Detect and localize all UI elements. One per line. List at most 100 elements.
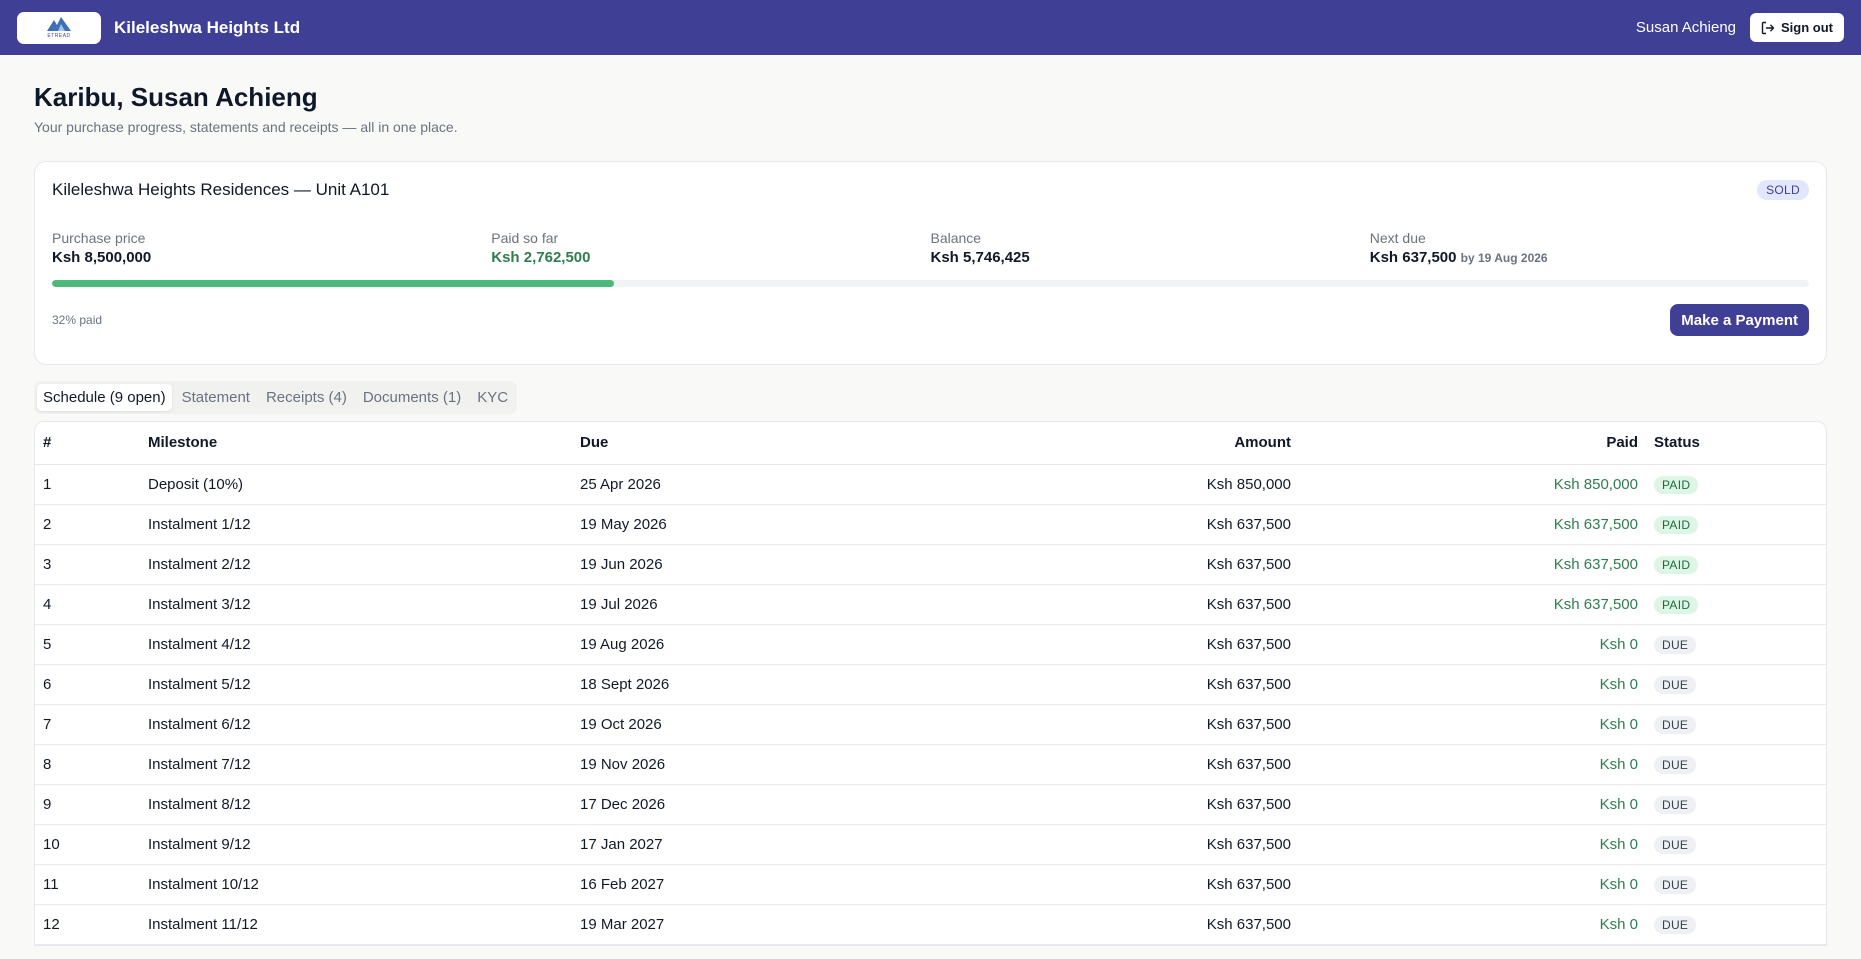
status-cell: DUE [1646,624,1826,665]
milestone-cell: Instalment 2/12 [140,544,572,585]
table-row: 11 Instalment 10/12 16 Feb 2027 Ksh 637,500… [35,864,1826,905]
table-row: 7 Instalment 6/12 19 Oct 2026 Ksh 637,500 Ks… [35,704,1826,745]
milestone-cell: Instalment 6/12 [140,704,572,745]
due-date-cell: 19 Jun 2026 [572,544,872,585]
row-index: 10 [35,824,140,865]
status-cell: DUE [1646,864,1826,905]
milestone-cell: Instalment 9/12 [140,824,572,865]
table-row: 6 Instalment 5/12 18 Sept 2026 Ksh 637,500 K… [35,664,1826,705]
amount-cell: Ksh 637,500 [872,784,1299,825]
status-badge: DUE [1654,635,1697,654]
tab-schedule[interactable]: Schedule (9 open) [37,384,172,411]
amount-cell: Ksh 637,500 [872,504,1299,545]
signout-button[interactable]: Sign out [1750,13,1844,42]
column-header-due: Due [572,422,872,465]
status-badge: PAID [1654,595,1699,614]
amount-cell: Ksh 637,500 [872,584,1299,625]
column-header-index: # [35,422,140,465]
stat-label: Paid so far [491,230,559,246]
card-header: Kileleshwa Heights Residences — Unit A10… [52,180,1809,200]
table-row: 9 Instalment 8/12 17 Dec 2026 Ksh 637,500 Ks… [35,784,1826,825]
amount-cell: Ksh 850,000 [872,464,1299,505]
status-cell: DUE [1646,664,1826,705]
stat-purchase-price: Purchase price Ksh 8,500,000 [52,230,491,266]
paid-cell: Ksh 0 [1299,624,1646,665]
schedule-table: # Milestone Due Amount Paid Status 1 Depo… [34,421,1827,946]
amount-cell: Ksh 637,500 [872,704,1299,745]
status-badge: PAID [1654,555,1699,574]
stats-row: Purchase price Ksh 8,500,000 Paid so far… [52,230,1809,266]
next-due-amount: Ksh 637,500 [1369,249,1457,266]
status-badge: DUE [1654,675,1697,694]
paid-cell: Ksh 0 [1299,744,1646,785]
tab-statement[interactable]: Statement [176,384,256,411]
tab-documents[interactable]: Documents (1) [357,384,467,411]
page-subtitle: Your purchase progress, statements and r… [34,119,458,135]
stat-paid-so-far: Paid so far Ksh 2,762,500 [491,230,930,266]
status-badge: SOLD [1757,180,1809,200]
row-index: 9 [35,784,140,825]
amount-cell: Ksh 637,500 [872,544,1299,585]
status-badge: PAID [1654,475,1699,494]
paid-cell: Ksh 850,000 [1299,464,1646,505]
paid-cell: Ksh 0 [1299,704,1646,745]
stat-value: Ksh 8,500,000 [52,249,152,266]
make-payment-button[interactable]: Make a Payment [1670,304,1809,336]
row-index: 3 [35,544,140,585]
paid-cell: Ksh 637,500 [1299,544,1646,585]
due-date-cell: 16 Feb 2027 [572,864,872,905]
column-header-milestone: Milestone [140,422,572,465]
tab-kyc[interactable]: KYC [471,384,514,411]
column-header-status: Status [1646,422,1826,465]
company-logo[interactable]: ETREAD [17,11,101,44]
milestone-cell: Instalment 4/12 [140,624,572,665]
progress-text: 32% paid [52,313,103,327]
status-badge: DUE [1654,875,1697,894]
due-date-cell: 19 Jul 2026 [572,584,872,625]
stat-value: Ksh 2,762,500 [491,249,591,266]
paid-cell: Ksh 637,500 [1299,584,1646,625]
table-row: 5 Instalment 4/12 19 Aug 2026 Ksh 637,500 Ks… [35,624,1826,665]
logout-icon [1761,21,1775,34]
status-badge: DUE [1654,715,1697,734]
amount-cell: Ksh 637,500 [872,864,1299,905]
stat-label: Purchase price [52,230,146,246]
milestone-cell: Deposit (10%) [140,464,572,505]
status-cell: PAID [1646,584,1826,625]
paid-cell: Ksh 0 [1299,664,1646,705]
row-index: 1 [35,464,140,505]
signout-label: Sign out [1781,20,1833,35]
payment-progress-bar [52,280,1809,287]
stat-label: Balance [930,230,982,246]
table-row: 2 Instalment 1/12 19 May 2026 Ksh 637,500 Ks… [35,504,1826,545]
row-index: 12 [35,904,140,945]
amount-cell: Ksh 637,500 [872,624,1299,665]
tab-bar: Schedule (9 open) Statement Receipts (4) Do… [34,381,518,414]
progress-fill [52,280,615,287]
stat-label: Next due [1369,230,1426,246]
due-date-cell: 19 Mar 2027 [572,904,872,945]
table-row: 4 Instalment 3/12 19 Jul 2026 Ksh 637,500 Ks… [35,584,1826,625]
due-date-cell: 19 Aug 2026 [572,624,872,665]
company-name: Kileleshwa Heights Ltd [114,17,301,37]
row-index: 5 [35,624,140,665]
brand: ETREAD Kileleshwa Heights Ltd [17,11,301,44]
due-date-cell: 17 Dec 2026 [572,784,872,825]
status-cell: DUE [1646,704,1826,745]
row-index: 11 [35,864,140,905]
status-cell: DUE [1646,784,1826,825]
paid-cell: Ksh 0 [1299,784,1646,825]
table-header-row: # Milestone Due Amount Paid Status [35,422,1826,465]
due-date-cell: 19 May 2026 [572,504,872,545]
paid-cell: Ksh 637,500 [1299,504,1646,545]
tab-receipts[interactable]: Receipts (4) [260,384,353,411]
amount-cell: Ksh 637,500 [872,904,1299,945]
status-badge: DUE [1654,795,1697,814]
row-index: 4 [35,584,140,625]
status-badge: DUE [1654,755,1697,774]
amount-cell: Ksh 637,500 [872,664,1299,705]
mountain-logo-icon [47,17,71,31]
due-date-cell: 19 Oct 2026 [572,704,872,745]
due-date-cell: 17 Jan 2027 [572,824,872,865]
table-row: 10 Instalment 9/12 17 Jan 2027 Ksh 637,500 K… [35,824,1826,865]
